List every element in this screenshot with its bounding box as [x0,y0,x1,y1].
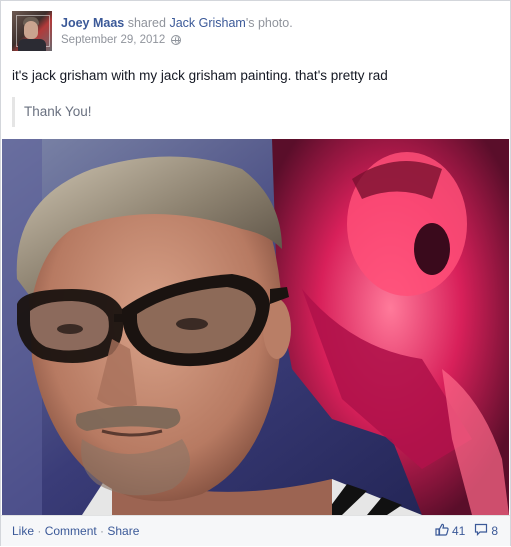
separator: · [34,524,45,538]
story-subtitle: September 29, 2012 [61,32,293,48]
comment-link[interactable]: Comment [45,524,97,538]
shared-quote: Thank You! [12,97,92,127]
story-title: Joey Maas shared Jack Grisham's photo. [61,15,293,31]
shared-text: shared [127,16,166,30]
separator: · [96,524,108,538]
story-counts: 41 8 [435,516,498,546]
shared-photo[interactable] [2,139,509,515]
feed-story: Joey Maas shared Jack Grisham's photo. S… [0,0,511,546]
avatar-face [24,21,38,39]
photo-image [2,139,509,515]
timestamp[interactable]: September 29, 2012 [61,32,165,48]
likes-count[interactable]: 41 [452,516,465,546]
post-message: it's jack grisham with my jack grisham p… [12,68,388,83]
story-meta: Joey Maas shared Jack Grisham's photo. S… [61,15,293,48]
comments-count[interactable]: 8 [491,516,498,546]
globe-icon[interactable] [171,35,182,45]
thumbs-up-icon[interactable] [435,517,449,547]
story-footer: Like · Comment · Share 41 8 [1,515,510,546]
like-link[interactable]: Like [12,524,34,538]
comment-bubble-icon[interactable] [474,517,488,547]
owner-link[interactable]: Jack Grisham [169,16,245,30]
actor-link[interactable]: Joey Maas [61,16,124,30]
avatar-shirt [18,39,46,51]
story-actions: Like · Comment · Share [12,516,139,546]
share-link[interactable]: Share [107,524,139,538]
avatar[interactable] [12,11,52,51]
owner-suffix: 's photo. [245,16,293,30]
